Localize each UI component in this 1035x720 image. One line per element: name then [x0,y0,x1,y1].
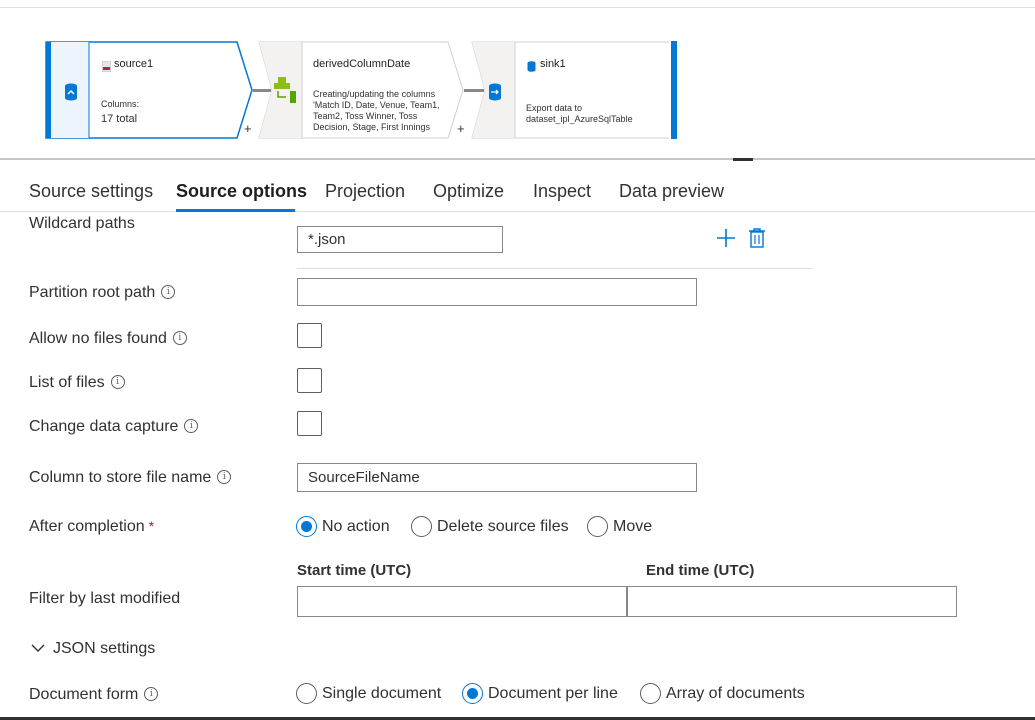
radio-single-document[interactable] [296,683,317,704]
list-of-files-label: List of files [29,374,105,391]
allow-no-files-found-label: Allow no files found [29,330,167,347]
source-columns-value: 17 total [101,113,138,125]
column-to-store-file-name-label: Column to store file name [29,469,212,486]
change-data-capture-row: Change data capture i [29,418,199,436]
end-time-input[interactable] [627,586,957,617]
radio-delete-source-files[interactable] [411,516,432,537]
document-form-label: Document form [29,686,139,703]
info-icon[interactable]: i [144,687,159,701]
radio-single-document-label[interactable]: Single document [322,685,441,703]
radio-no-action[interactable] [296,516,317,537]
change-data-capture-label: Change data capture [29,418,179,435]
radio-document-per-line-label[interactable]: Document per line [488,685,618,703]
end-time-label: End time (UTC) [646,562,755,579]
list-of-files-row: List of files i [29,374,125,392]
wildcard-paths-label: Wildcard paths [29,215,135,232]
tab-inspect[interactable]: Inspect [533,181,591,202]
list-of-files-checkbox[interactable] [297,368,322,393]
allow-no-files-found-checkbox[interactable] [297,323,322,348]
json-settings-label: JSON settings [53,640,156,658]
tab-projection[interactable]: Projection [325,181,405,202]
radio-array-of-documents[interactable] [640,683,661,704]
info-icon[interactable]: i [110,375,125,389]
radio-array-of-documents-label[interactable]: Array of documents [666,685,805,703]
sink-node-name: sink1 [540,58,566,70]
derived-node-description: Creating/updating the columns 'Match ID,… [313,89,440,132]
tabs-divider [0,211,1035,212]
source-node[interactable]: source1 Columns: 17 total [45,41,255,139]
plus-icon[interactable] [716,228,736,253]
info-icon[interactable]: i [161,285,176,299]
radio-move[interactable] [587,516,608,537]
info-icon[interactable]: i [172,331,187,345]
derived-column-icon [274,77,296,108]
allow-no-files-row: Allow no files found i [29,330,187,348]
tab-source-settings[interactable]: Source settings [29,181,153,202]
tab-source-options[interactable]: Source options [176,181,307,202]
canvas-top-border [0,7,1035,8]
sink-type-icon [488,83,502,106]
tab-data-preview[interactable]: Data preview [619,181,724,202]
source-columns-label: Columns: [101,99,140,109]
source-node-name: source1 [114,58,154,70]
radio-move-label[interactable]: Move [613,518,652,536]
chevron-down-icon [31,640,45,658]
wildcard-divider [297,268,813,269]
radio-document-per-line[interactable] [462,683,483,704]
after-completion-row: After completion * [29,518,154,536]
add-after-source-button[interactable]: + [244,121,252,136]
partition-root-path-row: Partition root path i [29,284,176,302]
derived-column-node[interactable]: derivedColumnDate Creating/updating the … [258,41,466,139]
column-file-name-row: Column to store file name i [29,469,232,487]
radio-no-action-label[interactable]: No action [322,518,390,536]
sink-dataset-icon [527,59,536,77]
filter-by-last-modified-label: Filter by last modified [29,590,181,607]
trash-icon[interactable] [748,228,766,253]
column-to-store-file-name-input[interactable] [297,463,697,492]
document-form-row: Document form i [29,686,159,704]
wildcard-path-input[interactable] [297,226,503,253]
canvas-splitter[interactable] [0,158,1035,160]
active-tab-indicator [176,209,295,212]
radio-delete-source-files-label[interactable]: Delete source files [437,518,569,536]
info-icon[interactable]: i [217,470,232,484]
change-data-capture-checkbox[interactable] [297,411,322,436]
sink-node[interactable]: sink1 Export data to dataset_ipl_AzureSq… [471,41,678,139]
required-marker: * [148,518,155,534]
dataset-icon [101,59,112,77]
derived-node-name: derivedColumnDate [313,58,411,70]
start-time-label: Start time (UTC) [297,562,412,579]
partition-root-path-label: Partition root path [29,284,156,301]
json-settings-toggle[interactable]: JSON settings [31,640,155,658]
start-time-input[interactable] [297,586,627,617]
splitter-handle[interactable] [733,158,753,161]
partition-root-path-input[interactable] [297,278,697,306]
source-type-icon [64,83,78,106]
info-icon[interactable]: i [184,419,199,433]
after-completion-label: After completion [29,518,145,535]
sink-node-description: Export data to dataset_ipl_AzureSqlTable [526,103,633,124]
add-after-derived-button[interactable]: + [457,121,465,136]
tab-optimize[interactable]: Optimize [433,181,504,202]
